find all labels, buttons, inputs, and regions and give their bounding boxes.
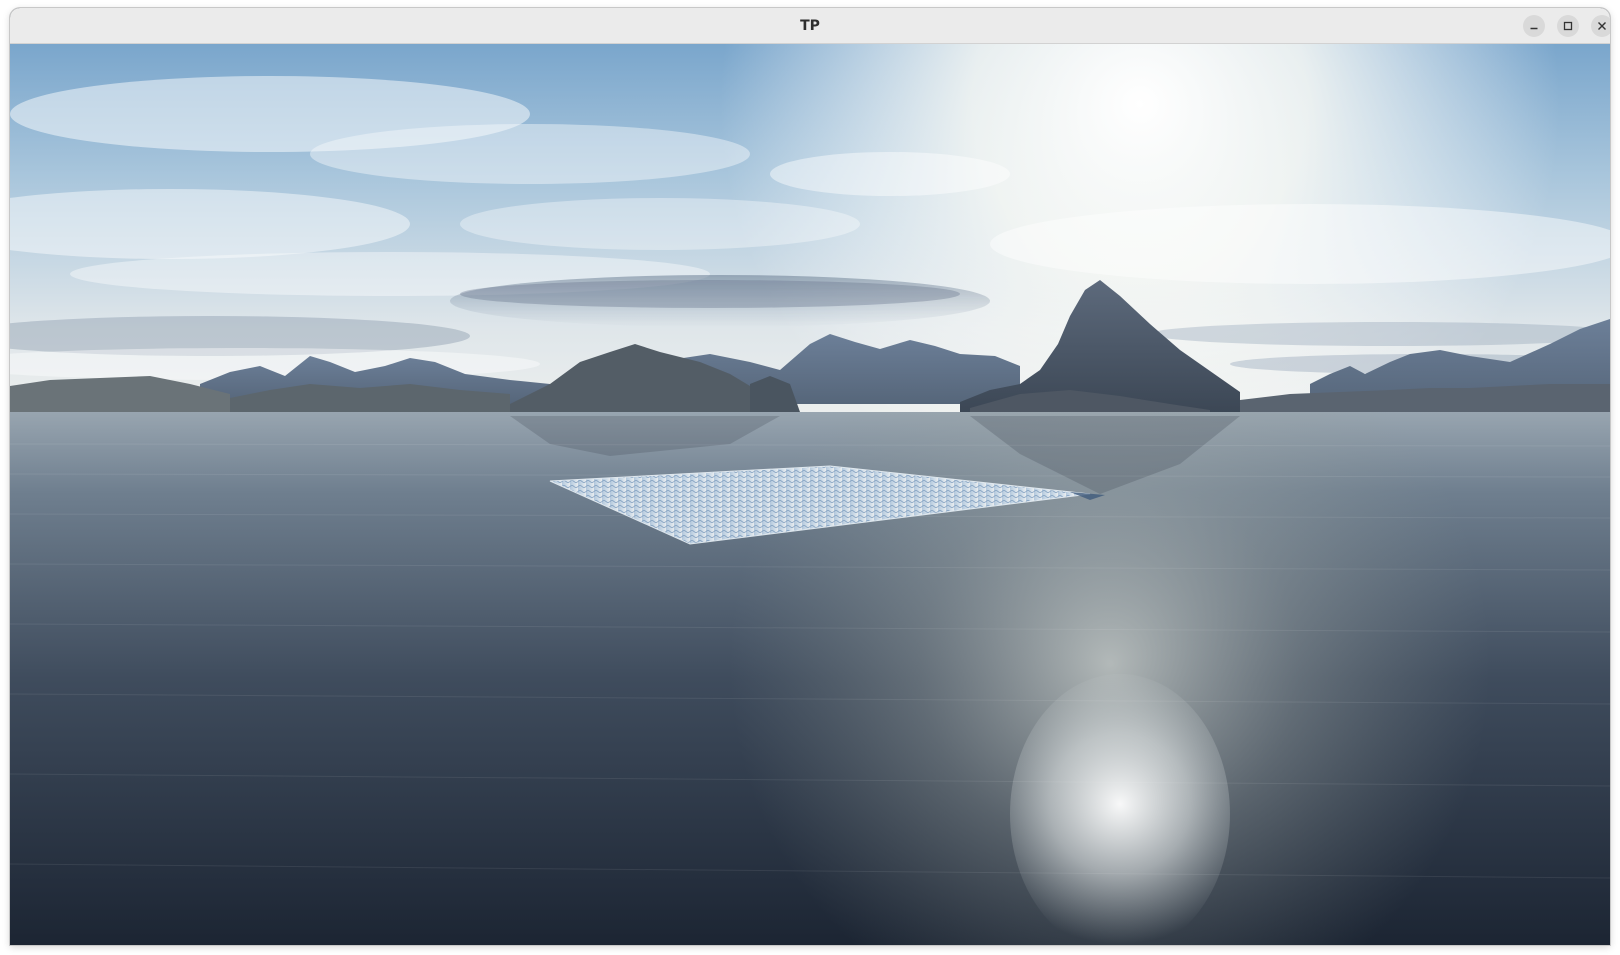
maximize-button[interactable] [1557,15,1579,37]
maximize-icon [1563,21,1573,31]
minimize-icon [1529,21,1539,31]
title-bar[interactable]: TP [10,8,1610,44]
render-viewport[interactable] [10,44,1610,945]
window-title: TP [800,18,820,34]
scene-canvas [10,44,1610,945]
close-button[interactable] [1591,15,1610,37]
app-window: TP [10,8,1610,945]
sun-reflection [1010,674,1230,945]
close-icon [1597,21,1607,31]
minimize-button[interactable] [1523,15,1545,37]
